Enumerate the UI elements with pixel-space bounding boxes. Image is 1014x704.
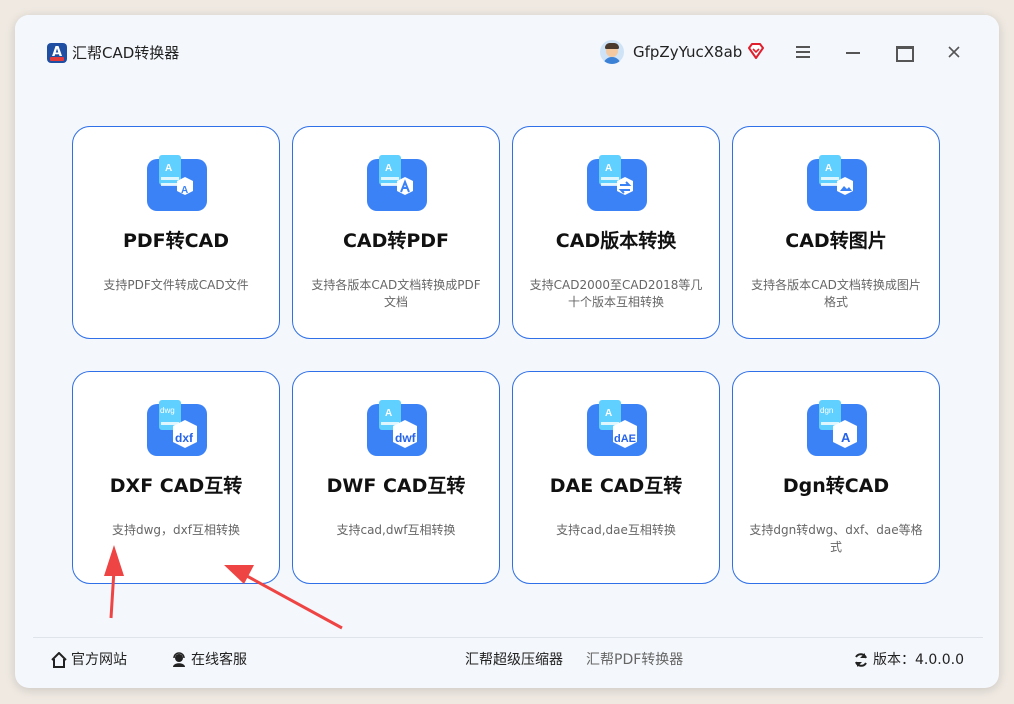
- card-title: PDF转CAD: [122, 230, 230, 252]
- card-cad-to-image[interactable]: A CAD转图片 支持各版本CAD文档转换成图片格式: [732, 126, 940, 339]
- card-dxf-cad[interactable]: dwg dxf DXF CAD互转 支持dwg，dxf互相转换: [72, 371, 280, 584]
- card-title: DAE CAD互转: [549, 475, 683, 497]
- app-window: A 汇帮CAD转换器 GfpZyYucX8ab A A PDF转CAD 支持PD…: [15, 15, 999, 688]
- menu-icon[interactable]: [796, 46, 810, 58]
- card-title: CAD转PDF: [342, 230, 450, 252]
- card-dwf-cad[interactable]: A dwf DWF CAD互转 支持cad,dwf互相转换: [292, 371, 500, 584]
- minimize-icon[interactable]: [846, 52, 860, 54]
- vip-diamond-icon[interactable]: [747, 42, 765, 60]
- support-agent-icon: [173, 652, 185, 667]
- home-icon: [51, 652, 67, 668]
- card-pdf-to-cad[interactable]: A A PDF转CAD 支持PDF文件转成CAD文件: [72, 126, 280, 339]
- official-website-link[interactable]: 官方网站: [51, 650, 127, 670]
- footer-link-compressor[interactable]: 汇帮超级压缩器: [465, 650, 563, 670]
- svg-text:dwg: dwg: [160, 406, 175, 415]
- cad-to-image-icon: A: [807, 155, 867, 211]
- card-title: CAD版本转换: [555, 230, 677, 252]
- card-title: DWF CAD互转: [326, 475, 466, 497]
- card-dae-cad[interactable]: A dAE DAE CAD互转 支持cad,dae互相转换: [512, 371, 720, 584]
- svg-text:A: A: [841, 430, 851, 445]
- footer-link-pdf-converter[interactable]: 汇帮PDF转换器: [586, 650, 683, 670]
- dgn-icon: dgn A: [807, 400, 867, 456]
- svg-text:A: A: [825, 163, 832, 174]
- dwf-icon: A dwf: [367, 400, 427, 456]
- card-cad-version[interactable]: A CAD版本转换 支持CAD2000至CAD2018等几十个版本互相转换: [512, 126, 720, 339]
- app-title: 汇帮CAD转换器: [72, 44, 180, 62]
- cad-to-pdf-icon: A: [367, 155, 427, 211]
- dae-icon: A dAE: [587, 400, 647, 456]
- card-title: Dgn转CAD: [782, 475, 890, 497]
- svg-text:dxf: dxf: [175, 431, 194, 445]
- version-label: 版本：4.0.0.0: [873, 652, 964, 668]
- card-description: 支持cad,dwf互相转换: [336, 523, 456, 537]
- card-description: 支持dwg，dxf互相转换: [112, 523, 240, 537]
- refresh-icon: [855, 653, 867, 667]
- title-bar: A 汇帮CAD转换器 GfpZyYucX8ab: [15, 15, 999, 77]
- official-website-label: 官方网站: [71, 652, 127, 668]
- avatar[interactable]: [600, 40, 624, 64]
- card-title: CAD转图片: [785, 230, 887, 252]
- online-support-label: 在线客服: [191, 652, 247, 668]
- cad-version-convert-icon: A: [587, 155, 647, 211]
- svg-text:A: A: [385, 408, 392, 419]
- svg-text:dgn: dgn: [820, 406, 833, 415]
- svg-text:A: A: [165, 163, 172, 174]
- maximize-icon[interactable]: [896, 46, 914, 62]
- card-title: DXF CAD互转: [109, 475, 243, 497]
- card-description: 支持各版本CAD文档转换成PDF文档: [311, 278, 481, 309]
- svg-text:A: A: [385, 163, 392, 174]
- card-description: 支持PDF文件转成CAD文件: [103, 278, 249, 292]
- svg-text:dwf: dwf: [395, 431, 417, 445]
- version-info[interactable]: 版本：4.0.0.0: [853, 650, 964, 670]
- close-icon[interactable]: [946, 44, 962, 60]
- svg-text:A: A: [605, 408, 612, 419]
- card-description: 支持dgn转dwg、dxf、dae等格式: [749, 523, 923, 554]
- card-description: 支持cad,dae互相转换: [556, 523, 676, 537]
- dxf-icon: dwg dxf: [147, 400, 207, 456]
- svg-text:dAE: dAE: [614, 433, 636, 445]
- app-logo-icon: A: [47, 43, 67, 63]
- username[interactable]: GfpZyYucX8ab: [633, 42, 742, 62]
- svg-text:A: A: [605, 163, 612, 174]
- card-dgn-to-cad[interactable]: dgn A Dgn转CAD 支持dgn转dwg、dxf、dae等格式: [732, 371, 940, 584]
- svg-text:A: A: [181, 185, 188, 196]
- card-cad-to-pdf[interactable]: A CAD转PDF 支持各版本CAD文档转换成PDF文档: [292, 126, 500, 339]
- card-description: 支持各版本CAD文档转换成图片格式: [751, 278, 921, 309]
- card-description: 支持CAD2000至CAD2018等几十个版本互相转换: [529, 278, 703, 309]
- online-support-link[interactable]: 在线客服: [171, 650, 247, 670]
- pdf-to-cad-icon: A A: [147, 155, 207, 211]
- footer-bar: 官方网站 在线客服 汇帮超级压缩器 汇帮PDF转换器 版本：4.0.0.0: [33, 637, 983, 686]
